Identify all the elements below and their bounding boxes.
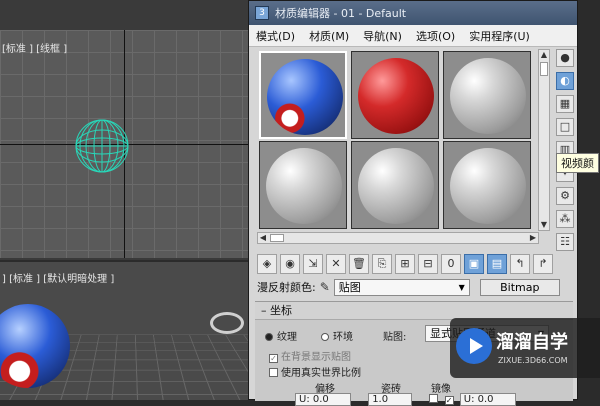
diffuse-label: 漫反射颜色:: [257, 281, 316, 294]
show-end-result-icon[interactable]: ▤: [487, 254, 507, 274]
diffuse-row: 漫反射颜色: ✎ 贴图 ▼ Bitmap: [257, 278, 575, 296]
delete-icon[interactable]: 🗑: [349, 254, 369, 274]
sample-slot-6[interactable]: [443, 141, 531, 229]
diffuse-dropdown-value: 贴图: [338, 280, 361, 294]
material-sphere: [450, 58, 526, 134]
texture-label: 纹理: [277, 332, 297, 343]
window-title: 材质编辑器 - 01 - Default: [275, 7, 407, 20]
material-sphere: [358, 148, 434, 224]
real-world-checkbox[interactable]: [269, 368, 278, 377]
put-to-scene-icon[interactable]: ◉: [280, 254, 300, 274]
sample-uv-tiling-icon[interactable]: □: [556, 118, 574, 136]
menu-bar: 模式(D) 材质(M) 导航(N) 选项(O) 实用程序(U): [249, 25, 577, 47]
sample-type-icon[interactable]: ●: [556, 49, 574, 67]
scroll-right-icon[interactable]: ▶: [528, 233, 538, 243]
watermark: 溜溜自学 ZIXUE.3D66.COM: [450, 318, 600, 378]
material-sphere: [267, 59, 343, 135]
select-by-material-icon[interactable]: ⁂: [556, 210, 574, 228]
watermark-subtitle: ZIXUE.3D66.COM: [498, 356, 568, 365]
scroll-down-icon[interactable]: ▼: [539, 220, 549, 230]
watermark-title: 溜溜自学: [496, 332, 568, 353]
viewport-object[interactable]: [210, 312, 244, 334]
eyedropper-icon[interactable]: ✎: [320, 280, 330, 294]
sample-slot-5[interactable]: [351, 141, 439, 229]
material-toolbar: ◈ ◉ ⇲ ✕ 🗑 ⎘ ⊞ ⊟ 0 ▣ ▤ ↰ ↱: [257, 253, 575, 275]
reset-map-icon[interactable]: ✕: [326, 254, 346, 274]
u-tile-checkbox[interactable]: ✓: [444, 396, 454, 405]
menu-utilities[interactable]: 实用程序(U): [462, 28, 537, 44]
make-unique-icon[interactable]: ⊞: [395, 254, 415, 274]
viewport-header-strip: [0, 0, 250, 30]
chevron-down-icon: ▼: [458, 282, 465, 292]
slots-vertical-scrollbar[interactable]: ▲ ▼: [538, 49, 550, 231]
play-icon: [470, 338, 483, 354]
real-world-label: 使用真实世界比例: [281, 368, 361, 379]
material-map-navigator-icon[interactable]: ☷: [556, 233, 574, 251]
tooltip: 视频颜: [556, 153, 599, 173]
viewport-label-bottom[interactable]: ] [标准 ] [默认明暗处理 ]: [2, 270, 114, 285]
go-forward-icon[interactable]: ↱: [533, 254, 553, 274]
menu-navigation[interactable]: 导航(N): [356, 28, 409, 44]
scroll-thumb-horizontal[interactable]: [270, 234, 284, 242]
watermark-logo-icon: [456, 328, 492, 364]
sample-slot-4[interactable]: [259, 141, 347, 229]
show-in-viewport-icon[interactable]: ▣: [464, 254, 484, 274]
diffuse-dropdown[interactable]: 贴图 ▼: [333, 278, 470, 296]
mapping-label: 贴图:: [383, 332, 407, 343]
rollout-title: 坐标: [270, 304, 292, 317]
show-in-bg-row[interactable]: ✓ 在背景显示贴图: [269, 348, 351, 363]
environment-radio-row[interactable]: 环境: [321, 328, 353, 343]
material-sphere: [450, 148, 526, 224]
top-viewport[interactable]: [标准 ] [线框 ]: [0, 30, 250, 260]
assign-material-icon[interactable]: ⇲: [303, 254, 323, 274]
make-copy-icon[interactable]: ⎘: [372, 254, 392, 274]
sample-slot-1[interactable]: [259, 51, 347, 139]
menu-mode[interactable]: 模式(D): [249, 28, 302, 44]
backlight-icon[interactable]: ◐: [556, 72, 574, 90]
sample-slot-3[interactable]: [443, 51, 531, 139]
sample-slots: [257, 49, 537, 231]
bitmap-button[interactable]: Bitmap: [479, 278, 560, 296]
menu-options[interactable]: 选项(O): [409, 28, 462, 44]
viewport-label-top[interactable]: [标准 ] [线框 ]: [2, 40, 67, 55]
environment-label: 环境: [333, 332, 353, 343]
material-sphere: [358, 58, 434, 134]
get-material-icon[interactable]: ◈: [257, 254, 277, 274]
wireframe-sphere[interactable]: [74, 118, 130, 174]
scroll-up-icon[interactable]: ▲: [539, 50, 549, 60]
background-icon[interactable]: ▦: [556, 95, 574, 113]
app-icon: 3: [255, 6, 269, 20]
options-icon[interactable]: ⚙: [556, 187, 574, 205]
put-to-library-icon[interactable]: ⊟: [418, 254, 438, 274]
scroll-left-icon[interactable]: ◀: [258, 233, 268, 243]
show-in-bg-label: 在背景显示贴图: [281, 352, 351, 363]
texture-radio-row[interactable]: 纹理: [265, 328, 297, 343]
environment-radio[interactable]: [321, 333, 329, 341]
texture-radio[interactable]: [265, 333, 273, 341]
slots-horizontal-scrollbar[interactable]: ◀ ▶: [257, 232, 539, 244]
sample-slot-2[interactable]: [351, 51, 439, 139]
go-to-parent-icon[interactable]: ↰: [510, 254, 530, 274]
real-world-row[interactable]: 使用真实世界比例: [269, 364, 361, 379]
title-bar[interactable]: 3 材质编辑器 - 01 - Default: [249, 1, 577, 25]
material-id-icon[interactable]: 0: [441, 254, 461, 274]
menu-material[interactable]: 材质(M): [302, 28, 356, 44]
show-in-bg-checkbox[interactable]: ✓: [269, 354, 278, 363]
u-mirror-checkbox[interactable]: [429, 394, 439, 403]
collapse-icon: –: [261, 304, 270, 317]
perspective-viewport[interactable]: ] [标准 ] [默认明暗处理 ]: [0, 262, 250, 400]
scroll-thumb[interactable]: [540, 62, 548, 76]
material-sphere: [266, 148, 342, 224]
